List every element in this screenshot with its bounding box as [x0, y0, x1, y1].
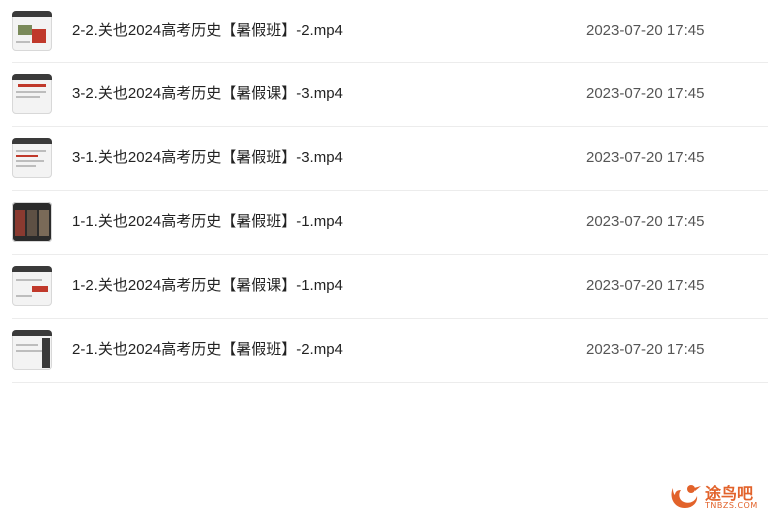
video-thumbnail-icon	[12, 330, 52, 370]
file-row[interactable]: 1-1.关也2024高考历史【暑假班】-1.mp4 2023-07-20 17:…	[12, 191, 768, 255]
video-thumbnail-icon	[12, 266, 52, 306]
file-date: 2023-07-20 17:45	[586, 213, 705, 230]
video-thumbnail-icon	[12, 74, 52, 114]
file-row[interactable]: 2-1.关也2024高考历史【暑假班】-2.mp4 2023-07-20 17:…	[12, 319, 768, 383]
file-name: 1-1.关也2024高考历史【暑假班】-1.mp4	[72, 213, 343, 230]
video-thumbnail-icon	[12, 202, 52, 242]
file-date: 2023-07-20 17:45	[586, 149, 705, 166]
file-name: 3-1.关也2024高考历史【暑假班】-3.mp4	[72, 149, 343, 166]
file-name: 2-2.关也2024高考历史【暑假班】-2.mp4	[72, 22, 343, 39]
watermark-subtitle: TNBZS.COM	[705, 501, 758, 510]
site-watermark: 途鸟吧 TNBZS.COM	[667, 480, 762, 514]
bird-logo-icon	[671, 485, 701, 508]
file-row[interactable]: 3-1.关也2024高考历史【暑假班】-3.mp4 2023-07-20 17:…	[12, 127, 768, 191]
file-name: 1-2.关也2024高考历史【暑假课】-1.mp4	[72, 277, 343, 294]
file-list: 2-2.关也2024高考历史【暑假班】-2.mp4 2023-07-20 17:…	[0, 0, 770, 383]
file-name: 2-1.关也2024高考历史【暑假班】-2.mp4	[72, 341, 343, 358]
video-thumbnail-icon	[12, 138, 52, 178]
file-row[interactable]: 2-2.关也2024高考历史【暑假班】-2.mp4 2023-07-20 17:…	[12, 0, 768, 63]
file-date: 2023-07-20 17:45	[586, 341, 705, 358]
file-date: 2023-07-20 17:45	[586, 277, 705, 294]
file-row[interactable]: 3-2.关也2024高考历史【暑假课】-3.mp4 2023-07-20 17:…	[12, 63, 768, 127]
file-row[interactable]: 1-2.关也2024高考历史【暑假课】-1.mp4 2023-07-20 17:…	[12, 255, 768, 319]
file-name: 3-2.关也2024高考历史【暑假课】-3.mp4	[72, 85, 343, 102]
file-date: 2023-07-20 17:45	[586, 85, 705, 102]
video-thumbnail-icon	[12, 11, 52, 51]
file-date: 2023-07-20 17:45	[586, 22, 705, 39]
